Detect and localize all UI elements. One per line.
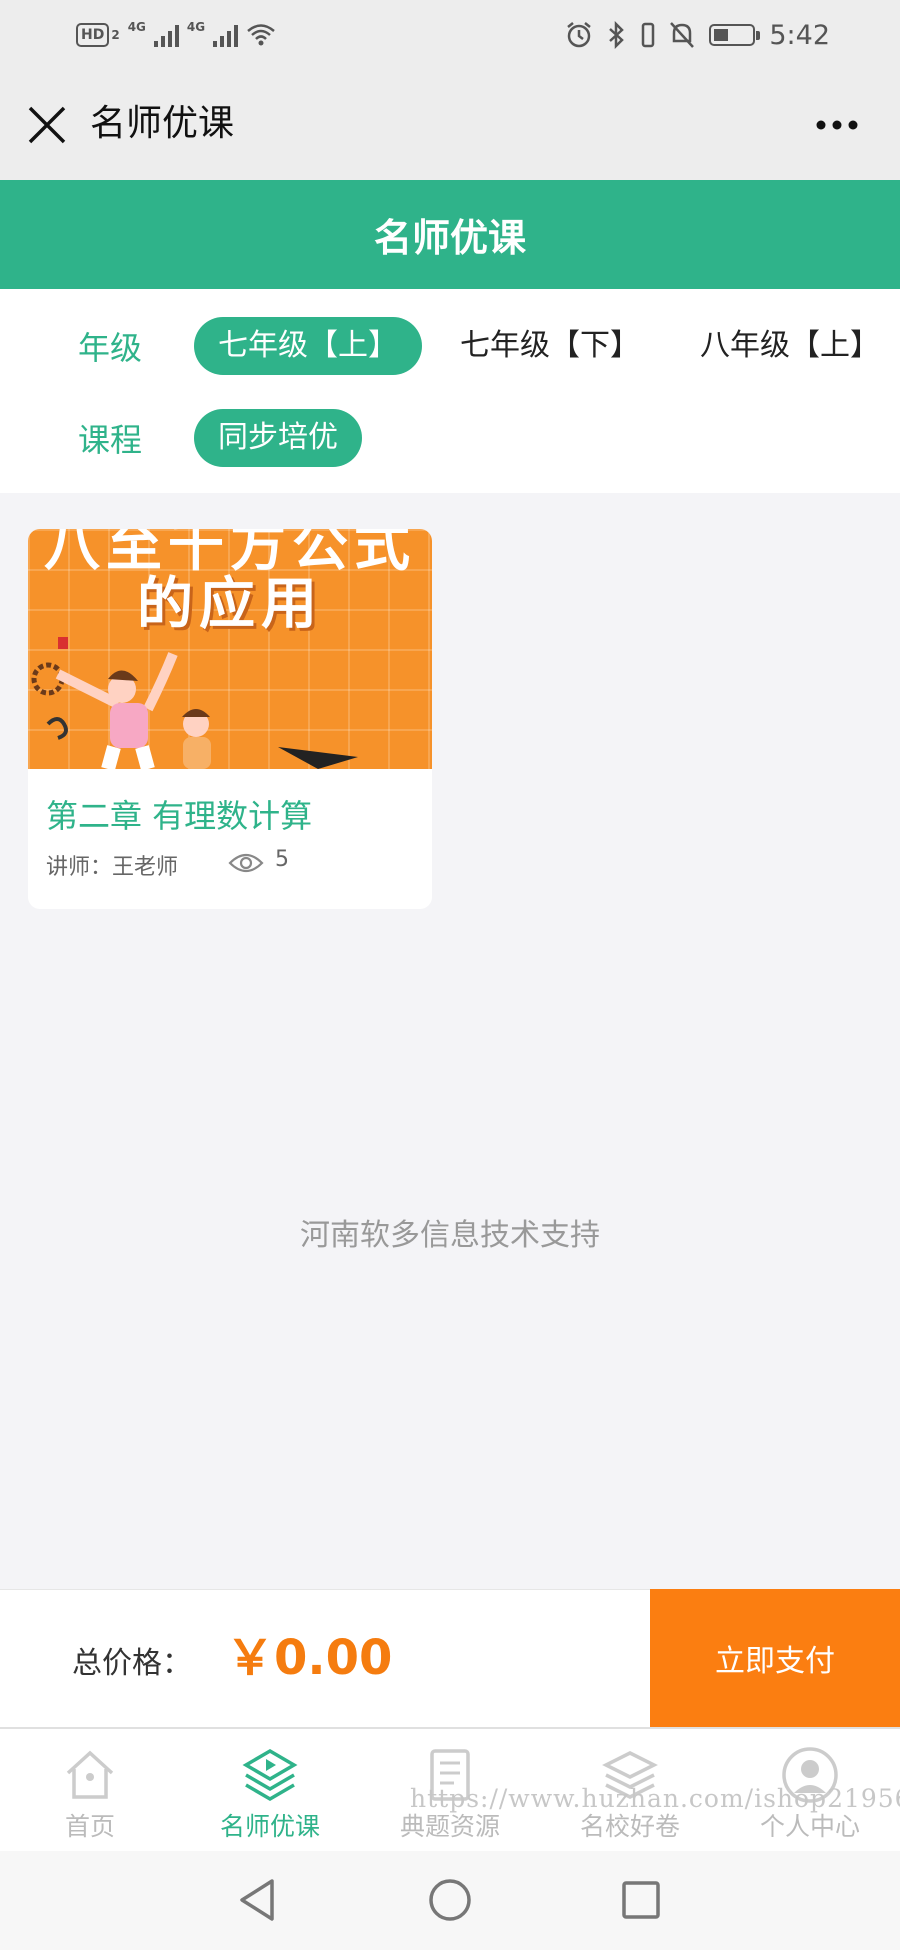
hd-badge: HD [76, 23, 110, 47]
video-course-icon [242, 1748, 298, 1802]
tab-label: 首页 [64, 1812, 115, 1841]
eye-icon [228, 853, 264, 873]
pay-now-button[interactable]: 立即支付 [650, 1589, 900, 1727]
clock: 5:42 [769, 19, 830, 51]
bluetooth-icon [609, 21, 625, 49]
grade-chip-7-up[interactable]: 七年级【上】 [194, 317, 422, 375]
course-label: 课程 [78, 421, 143, 459]
illustration-kids [31, 637, 358, 769]
status-right: 5:42 [565, 16, 830, 54]
course-chip-sync[interactable]: 同步培优 [194, 409, 362, 467]
support-text: 河南软多信息技术支持 [300, 1218, 600, 1253]
grade-chip-7-down[interactable]: 七年级【下】 [436, 317, 664, 375]
status-bar: HD 2 4G 4G 5:42 [0, 0, 900, 70]
hd-sub: 2 [111, 28, 120, 42]
course-card[interactable]: 八至千方公式 的应用 第二章 有理数计算 讲师：王老师 5 [28, 529, 432, 909]
signal-icon [153, 23, 179, 47]
watermark: https://www.huzhan.com/ishop21956 [410, 1784, 900, 1813]
course-thumbnail: 八至千方公式 的应用 [28, 529, 432, 769]
network-type-2: 4G [186, 20, 206, 34]
more-icon[interactable] [814, 118, 860, 132]
close-icon[interactable] [24, 102, 70, 148]
course-title: 第二章 有理数计算 [46, 797, 313, 835]
filter-panel: 年级 七年级【上】 七年级【下】 八年级【上】 课程 同步培优 [0, 289, 900, 493]
grade-label: 年级 [78, 329, 143, 367]
back-icon[interactable] [236, 1877, 280, 1923]
grade-chip-8-up[interactable]: 八年级【上】 [676, 317, 900, 375]
home-icon [66, 1750, 114, 1799]
network-type-1: 4G [127, 20, 146, 34]
home-circle-icon[interactable] [427, 1877, 473, 1923]
view-count: 5 [275, 847, 289, 872]
status-left: HD 2 4G 4G [76, 20, 276, 50]
vibrate-icon [642, 22, 655, 48]
wifi-icon [247, 24, 275, 46]
nav-bar: 名师优课 [0, 70, 900, 180]
system-nav-bar [0, 1851, 900, 1950]
thumbnail-text-2: 的应用 [137, 572, 323, 637]
mute-bell-icon [670, 22, 695, 48]
total-label: 总价格： [72, 1646, 192, 1681]
alarm-icon [567, 22, 592, 48]
tab-home[interactable]: 首页 [0, 1747, 180, 1843]
page-header: 名师优课 [0, 180, 900, 289]
recents-icon[interactable] [620, 1879, 662, 1921]
total-price: ￥0.00 [226, 1630, 393, 1686]
course-teacher: 讲师：王老师 [46, 855, 179, 880]
battery-icon [709, 24, 761, 46]
nav-title: 名师优课 [90, 103, 235, 144]
tab-courses[interactable]: 名师优课 [180, 1747, 360, 1843]
tab-label: 名师优课 [219, 1812, 320, 1841]
signal-icon-2 [213, 23, 239, 47]
